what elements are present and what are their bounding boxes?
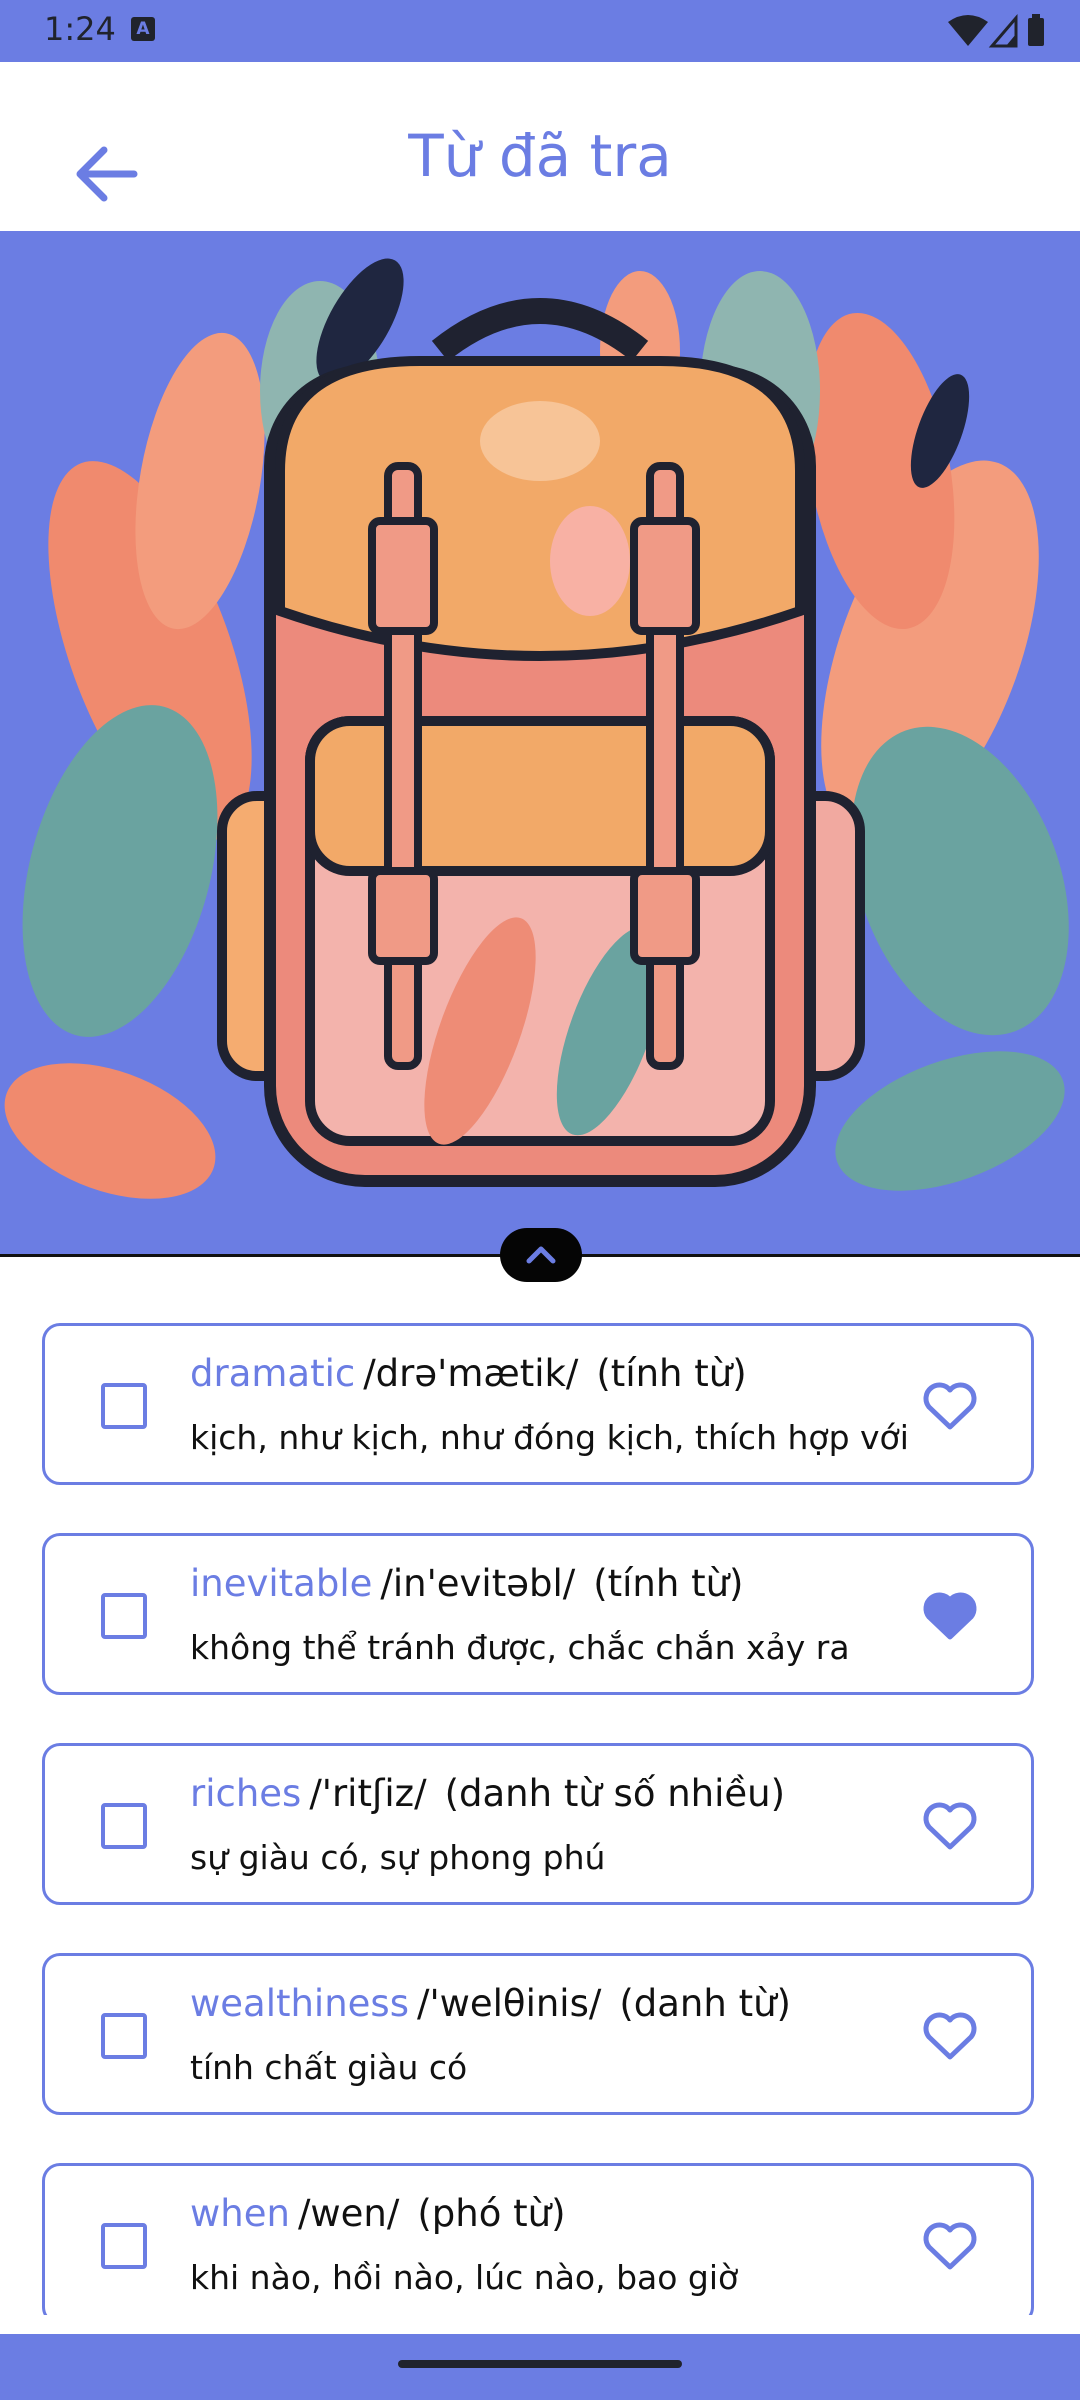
notification-icon: A [131,17,155,41]
part-of-speech: (danh từ) [619,1982,791,2025]
select-checkbox[interactable] [101,1383,147,1429]
top-app-bar: Từ đã tra [0,62,1080,231]
word-header: dramatic/drə'mætik/ (tính từ) [190,1352,747,1395]
heart-filled-icon[interactable] [921,1590,979,1642]
meaning: kịch, như kịch, như đóng kịch, thích hợp… [190,1418,909,1457]
word-card-riches[interactable]: riches/'ritʃiz/ (danh từ số nhiều) sự già… [42,1743,1034,1905]
status-time: 1:24 [44,10,116,48]
word: when [190,2192,290,2235]
battery-icon [1028,18,1044,46]
status-icons [948,13,1044,48]
word: wealthiness [190,1982,409,2025]
backpack-illustration [4,258,1069,1199]
home-handle[interactable] [398,2360,682,2368]
word-header: riches/'ritʃiz/ (danh từ số nhiều) [190,1772,785,1815]
part-of-speech: (tính từ) [593,1562,744,1605]
word-card-inevitable[interactable]: inevitable/in'evitəbl/ (tính từ) không th… [42,1533,1034,1695]
meaning: tính chất giàu có [190,2048,468,2087]
backpack-handle [431,298,649,362]
wifi-icon [948,15,988,46]
heart-outline-icon[interactable] [921,1380,979,1432]
meaning: không thể tránh được, chắc chắn xảy ra [190,1628,850,1667]
word-header: inevitable/in'evitəbl/ (tính từ) [190,1562,743,1605]
heart-outline-icon[interactable] [921,2010,979,2062]
word: inevitable [190,1562,373,1605]
pronunciation: /in'evitəbl/ [380,1562,576,1605]
word-card-wealthiness[interactable]: wealthiness/'welθinis/ (danh từ) tính chấ… [42,1953,1034,2115]
meaning: sự giàu có, sự phong phú [190,1838,606,1877]
status-bar: 1:24 A [0,0,1080,62]
pronunciation: /wen/ [297,2192,400,2235]
hero-illustration [0,231,1080,1255]
collapse-button[interactable] [500,1228,582,1282]
select-checkbox[interactable] [101,2223,147,2269]
word: riches [190,1772,302,1815]
word-header: when/wen/ (phó từ) [190,2192,566,2235]
page-title: Từ đã tra [408,122,672,190]
part-of-speech: (tính từ) [596,1352,747,1395]
chevron-up-icon [526,1246,556,1264]
word: dramatic [190,1352,356,1395]
word-header: wealthiness/'welθinis/ (danh từ) [190,1982,791,2025]
select-checkbox[interactable] [101,2013,147,2059]
word-list[interactable]: dramatic/drə'mætik/ (tính từ) kịch, như k… [0,1310,1080,2315]
heart-outline-icon[interactable] [921,2220,979,2272]
word-card-when[interactable]: when/wen/ (phó từ) khi nào, hồi nào, lúc … [42,2163,1034,2315]
select-checkbox[interactable] [101,1593,147,1639]
select-checkbox[interactable] [101,1803,147,1849]
pronunciation: /'welθinis/ [416,1982,602,2025]
meaning: khi nào, hồi nào, lúc nào, bao giờ [190,2258,739,2297]
word-card-dramatic[interactable]: dramatic/drə'mætik/ (tính từ) kịch, như k… [42,1323,1034,1485]
part-of-speech: (danh từ số nhiều) [444,1772,786,1815]
pronunciation: /drə'mætik/ [363,1352,579,1395]
heart-outline-icon[interactable] [921,1800,979,1852]
part-of-speech: (phó từ) [417,2192,566,2235]
pronunciation: /'ritʃiz/ [309,1772,427,1815]
